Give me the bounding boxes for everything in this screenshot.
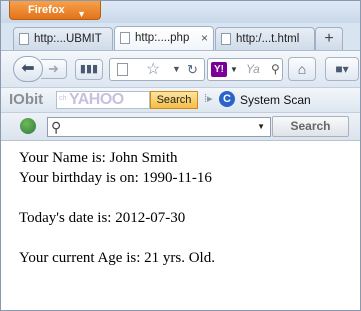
page-icon — [117, 63, 128, 76]
bookmark-star-icon[interactable]: ☆ — [146, 59, 160, 80]
iobit-logo: IObit — [9, 91, 44, 108]
iobit-toolbar: IObit ch YAHOO Search ⁞▸ C System Scan — [1, 87, 360, 112]
current-age-line: Your current Age is: 21 yrs. Old. — [19, 250, 215, 266]
firefox-menu-button[interactable]: Firefox ▼ — [9, 1, 101, 20]
tab-title: http:/...t.html — [236, 33, 300, 45]
navigation-toolbar: ➜ ⬅ ▮▮▮ ☆ ▼ ↻ Y! ▼ Ya ⚲ ⌂ ■▾ — [1, 50, 360, 87]
search-toolbar: ⚲ ▼ Search — [1, 112, 360, 140]
tab-title: http:...UBMIT — [34, 33, 102, 45]
search-input[interactable]: Y! ▼ Ya ⚲ — [207, 58, 283, 81]
browser-window: Firefox ▼ http:...UBMIT http:....php × h… — [0, 0, 361, 311]
tab-php[interactable]: http:....php × — [114, 26, 214, 50]
url-bar[interactable]: ☆ ▼ ↻ — [109, 58, 205, 81]
yahoo-field-prefix: ch — [59, 95, 67, 102]
name-line: Your Name is: John Smith — [19, 150, 178, 166]
system-scan-button[interactable]: System Scan — [240, 91, 311, 109]
yahoo-field-text: YAHOO — [69, 91, 124, 108]
close-icon[interactable]: × — [201, 27, 208, 49]
yahoo-search-field[interactable]: ch YAHOO — [56, 91, 150, 109]
new-tab-button[interactable]: + — [315, 27, 343, 50]
chevron-down-icon: ▼ — [77, 9, 86, 19]
page-content: Your Name is: John Smith Your birthday i… — [1, 140, 360, 310]
chevron-down-icon[interactable]: ▼ — [172, 59, 181, 80]
toolbar-search-input[interactable]: ⚲ ▼ — [47, 117, 271, 137]
system-scan-icon: C — [219, 91, 235, 107]
home-icon: ⌂ — [297, 61, 307, 77]
globe-icon — [20, 118, 36, 134]
tab-html[interactable]: http:/...t.html — [215, 27, 315, 50]
bar-chart-icon: ▮▮▮ — [79, 63, 99, 75]
bookmarks-icon: ■▾ — [335, 62, 349, 76]
back-arrow-icon: ⬅ — [21, 60, 35, 77]
firefox-menu-label: Firefox — [28, 4, 65, 16]
forward-button[interactable]: ➜ — [41, 59, 67, 79]
title-bar: Firefox ▼ — [1, 1, 360, 23]
tab-strip: http:...UBMIT http:....php × http:/...t.… — [1, 24, 360, 50]
yahoo-icon[interactable]: Y! — [211, 62, 227, 77]
home-button[interactable]: ⌂ — [288, 57, 316, 81]
chevron-down-icon[interactable]: ▼ — [230, 59, 238, 80]
chevron-down-icon[interactable]: ▼ — [257, 118, 265, 136]
toolbar-separator-icon: ⁞▸ — [204, 93, 213, 105]
page-icon — [19, 33, 29, 45]
bookmarks-button[interactable]: ■▾ — [325, 57, 359, 81]
todays-date-line: Today's date is: 2012-07-30 — [19, 210, 186, 226]
reload-icon[interactable]: ↻ — [187, 59, 198, 80]
page-icon — [221, 33, 231, 45]
forward-arrow-icon: ➜ — [48, 61, 59, 76]
tab-title: http:....php — [135, 32, 190, 44]
search-placeholder: Ya — [246, 62, 260, 76]
toolbar-search-button[interactable]: Search — [272, 116, 349, 137]
birthday-line: Your birthday is on: 1990-11-16 — [19, 170, 212, 186]
tab-submit[interactable]: http:...UBMIT — [13, 27, 113, 50]
page-icon — [120, 32, 130, 44]
feed-button[interactable]: ▮▮▮ — [75, 59, 103, 80]
search-icon[interactable]: ⚲ — [271, 59, 280, 80]
back-button[interactable]: ⬅ — [13, 56, 43, 82]
search-icon: ⚲ — [51, 119, 62, 135]
yahoo-search-button[interactable]: Search — [150, 91, 198, 109]
